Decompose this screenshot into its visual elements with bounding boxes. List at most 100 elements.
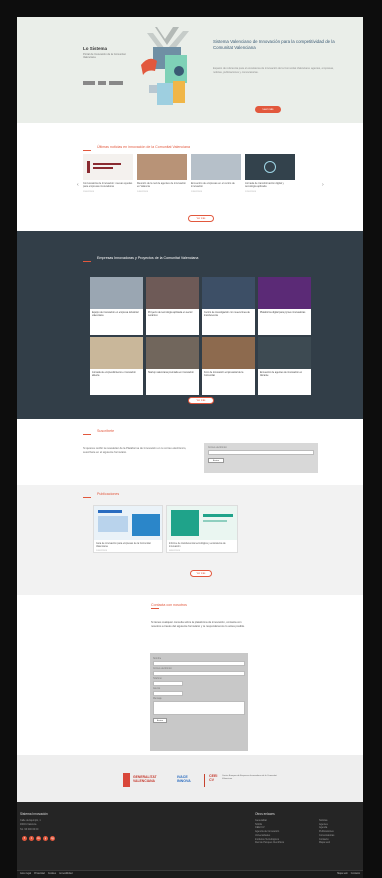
agent-card[interactable]: Equipo de innovación en empresa industri…	[90, 277, 143, 335]
email-input[interactable]	[153, 671, 245, 676]
agent-card-title: Plataforma digital para pymes innovadora…	[260, 311, 306, 314]
agent-card-title: Jornada de emprendimiento e innovación a…	[92, 371, 136, 378]
logo-divider	[204, 774, 205, 787]
phone-input[interactable]	[153, 681, 183, 686]
email-field-label: Correo electrónico	[208, 447, 227, 449]
agent-card[interactable]: Proyecto de tecnología aplicada en secto…	[146, 277, 199, 335]
news-card[interactable]: Jornada de transformación digital y tecn…	[245, 154, 295, 200]
message-textarea[interactable]	[153, 701, 245, 715]
news-see-more-button[interactable]: Ver más	[188, 215, 214, 222]
legal-link[interactable]: Accesibilidad	[59, 872, 72, 877]
agent-card-image	[258, 337, 311, 369]
news-title-rule	[83, 150, 91, 151]
news-section: Últimas noticias en innovación de la Com…	[17, 123, 363, 231]
ceei-logo[interactable]: CEEI CV Centro Europeo de Empresas Innov…	[209, 774, 280, 783]
subject-input[interactable]	[153, 691, 183, 696]
hero-section: Lo Sistema Portal de Innovación de la Co…	[17, 17, 363, 123]
agent-card[interactable]: Plataforma digital para pymes innovadora…	[258, 277, 311, 335]
footer-address-line: Tel. 96 000 00 00	[20, 827, 39, 831]
subject-field-label: Asunto	[153, 688, 161, 690]
newsletter-submit-button[interactable]: Enviar	[208, 458, 224, 463]
agents-section-title: Empresas Innovadoras y Proyectos de la C…	[97, 256, 199, 260]
ivace-logo-mini	[98, 81, 106, 85]
newsletter-section: Suscríbete Si quieres recibir la newslet…	[17, 419, 363, 485]
agent-card-image	[146, 277, 199, 309]
news-card-image	[191, 154, 241, 180]
publication-card-date: 10/02/2024	[96, 550, 107, 553]
news-card-image	[137, 154, 187, 180]
generalitat-logo[interactable]: GENERALITAT VALENCIANA	[123, 773, 161, 787]
message-field-label: Mensaje	[153, 698, 162, 700]
ivace-logo[interactable]: IVACE INNOVA	[177, 775, 199, 784]
footer-col1-title: Sistema Innovación	[20, 812, 48, 816]
ceei-logo-badge: CEEI CV	[209, 774, 218, 782]
news-card-title: Encuentro de empresas en el centro de in…	[191, 182, 235, 189]
hero-brand: Lo Sistema Portal de Innovación de la Co…	[83, 46, 129, 60]
publications-section: Publicaciones Guía de innovación para em…	[17, 485, 363, 595]
legal-link[interactable]: Aviso legal	[20, 872, 31, 877]
news-card-date: 12/02/2024	[245, 190, 256, 193]
agents-title-rule	[83, 261, 91, 262]
generalitat-logo-text: GENERALITAT VALENCIANA	[133, 775, 157, 783]
publication-card-image	[94, 506, 162, 540]
carousel-prev-icon[interactable]: ‹	[77, 182, 79, 188]
agent-card-title: Startup valenciana premiada en innovació…	[148, 371, 194, 374]
instagram-icon[interactable]: ig	[50, 836, 55, 841]
agent-card[interactable]: Encuentro de agentes de innovación en Al…	[258, 337, 311, 395]
newsletter-description: Si quieres recibir la newsletter de la P…	[83, 447, 187, 455]
contact-submit-button[interactable]: Enviar	[153, 718, 167, 723]
name-input[interactable]	[153, 661, 245, 666]
news-card[interactable]: Convocatoria de Innovación: nuevas ayuda…	[83, 154, 133, 200]
news-section-title: Últimas noticias en innovación de la Com…	[97, 145, 191, 149]
email-field-label: Correo electrónico	[153, 668, 172, 670]
publication-card[interactable]: Guía de innovación para empresas de la C…	[93, 505, 163, 554]
hero-read-more-button[interactable]: Leer más	[255, 106, 281, 113]
publication-card-date: 08/02/2024	[169, 550, 180, 553]
footer-col2-title: Otros enlaces	[255, 812, 275, 816]
agent-card-image	[90, 277, 143, 309]
agent-card[interactable]: Centro de investigación con nueva línea …	[202, 277, 255, 335]
youtube-icon[interactable]: y	[43, 836, 48, 841]
news-card-date: 14/02/2024	[137, 190, 148, 193]
social-links: f t in y ig	[22, 836, 55, 841]
publications-see-more-button[interactable]: Ver más	[190, 570, 212, 577]
agent-card-image	[146, 337, 199, 369]
agent-card-title: Proyecto de tecnología aplicada en secto…	[148, 311, 193, 318]
newsletter-title-rule	[83, 434, 91, 435]
news-card-date: 15/02/2024	[83, 190, 94, 193]
linkedin-icon[interactable]: in	[36, 836, 41, 841]
publication-card-title: Guía de innovación para empresas de la C…	[96, 542, 151, 549]
agent-card[interactable]: Jornada de emprendimiento e innovación a…	[90, 337, 143, 395]
twitter-icon[interactable]: t	[29, 836, 34, 841]
legal-link[interactable]: Cookies	[48, 872, 56, 877]
footer-sitemap-list: Noticias Agentes Agenda Publicaciones Co…	[319, 819, 334, 845]
contact-title: Contacta con nosotros	[151, 603, 187, 607]
news-card[interactable]: Reunión de la red de agentes de innovaci…	[137, 154, 187, 200]
publication-card[interactable]: Informe de transferencia tecnológica y e…	[166, 505, 238, 554]
agent-card-title: Foro de innovación empresarial de la Com…	[204, 371, 244, 378]
page: Lo Sistema Portal de Innovación de la Co…	[17, 17, 363, 878]
newsletter-form: Correo electrónico Enviar	[204, 443, 318, 473]
newsletter-email-input[interactable]	[208, 450, 314, 455]
news-card[interactable]: Encuentro de empresas en el centro de in…	[191, 154, 241, 200]
gva-logo-mini	[83, 81, 95, 85]
agent-card-image	[202, 337, 255, 369]
legal-link[interactable]: Mapa web	[337, 872, 348, 877]
news-card-title: Convocatoria de Innovación: nuevas ayuda…	[83, 182, 133, 189]
footer-link[interactable]: Mapa web	[319, 841, 334, 845]
publication-card-title: Informe de transferencia tecnológica y e…	[169, 542, 226, 549]
agent-card-title: Centro de investigación con nueva línea …	[204, 311, 250, 318]
legal-link[interactable]: Privacidad	[34, 872, 45, 877]
ceei-logo-mini	[109, 81, 123, 85]
partner-logos-band: GENERALITAT VALENCIANA IVACE INNOVA CEEI…	[17, 755, 363, 802]
agent-card[interactable]: Foro de innovación empresarial de la Com…	[202, 337, 255, 395]
legal-link[interactable]: Contacto	[351, 872, 360, 877]
news-card-image	[83, 154, 133, 180]
carousel-next-icon[interactable]: ›	[322, 182, 324, 188]
agent-card[interactable]: Startup valenciana premiada en innovació…	[146, 337, 199, 395]
newsletter-title: Suscríbete	[97, 429, 115, 433]
footer-links-list: Generalitat IVACE CEEI CV Agencia de Inn…	[255, 819, 284, 845]
agents-see-more-button[interactable]: Ver más	[188, 397, 214, 404]
facebook-icon[interactable]: f	[22, 836, 27, 841]
footer-link[interactable]: Red de Parques Científicos	[255, 841, 284, 845]
